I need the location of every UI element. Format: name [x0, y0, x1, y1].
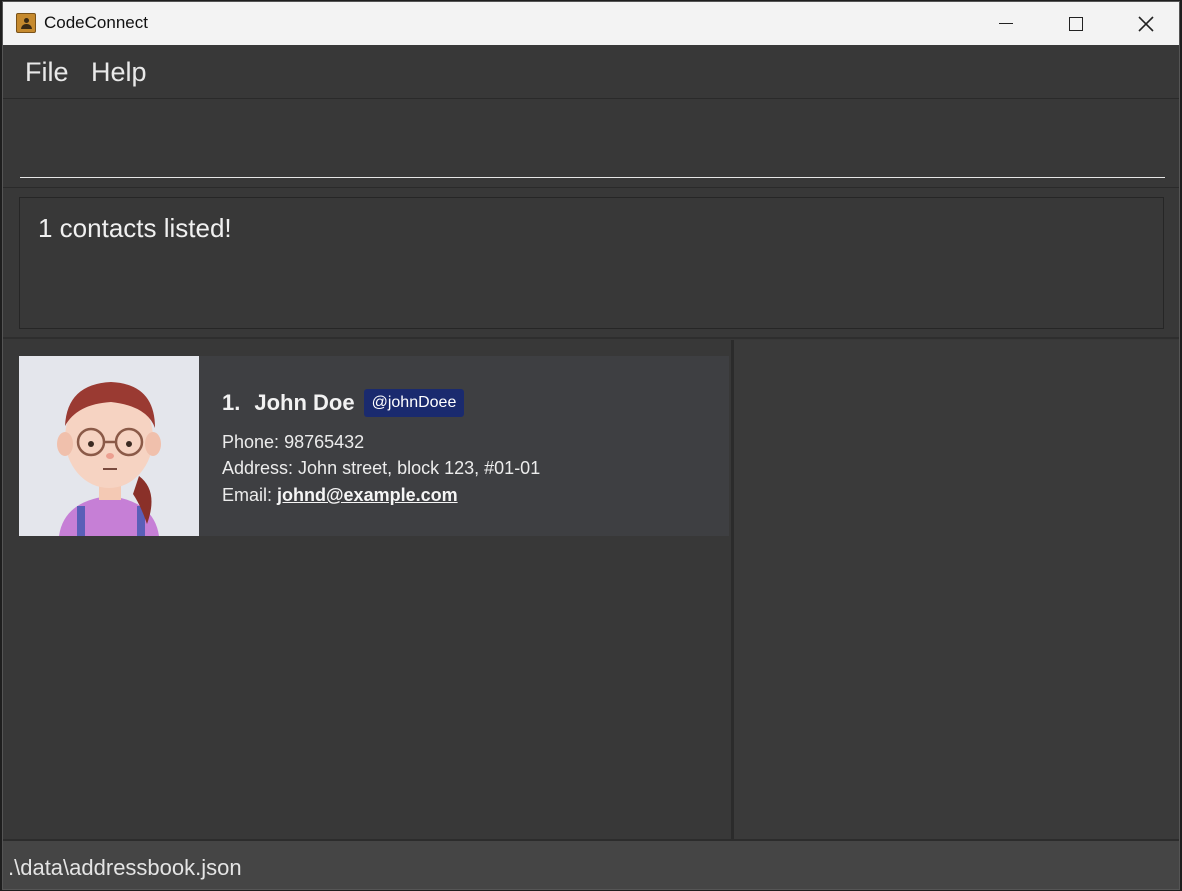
contact-list-panel[interactable]: 1. John Doe @johnDoee Phone: 98765432 Ad…	[3, 340, 731, 839]
menu-file[interactable]: File	[25, 57, 69, 88]
status-bar: .\data\addressbook.json	[3, 839, 1179, 889]
contact-name: John Doe	[254, 390, 355, 415]
command-box	[3, 100, 1179, 188]
contact-book-icon	[16, 13, 36, 33]
result-message: 1 contacts listed!	[38, 213, 232, 243]
github-handle-badge: @johnDoee	[363, 389, 465, 417]
window-title: CodeConnect	[44, 13, 148, 32]
detail-panel	[734, 340, 1179, 839]
address-value: John street, block 123, #01-01	[298, 458, 541, 478]
contact-address: Address: John street, block 123, #01-01	[222, 458, 540, 479]
menu-bar: File Help	[3, 45, 1179, 99]
close-button[interactable]	[1111, 2, 1179, 45]
contact-card[interactable]: 1. John Doe @johnDoee Phone: 98765432 Ad…	[19, 356, 729, 536]
phone-label: Phone:	[222, 432, 285, 452]
maximize-icon	[1069, 16, 1083, 31]
address-label: Address:	[222, 458, 299, 478]
command-input[interactable]	[20, 140, 1165, 178]
contact-name-row: 1. John Doe @johnDoee	[222, 389, 465, 417]
avatar	[19, 356, 199, 536]
result-display-area: 1 contacts listed!	[3, 189, 1179, 339]
contact-email: Email: johnd@example.com	[222, 485, 458, 506]
maximize-button[interactable]	[1041, 2, 1111, 45]
minimize-icon	[999, 22, 1013, 25]
result-display[interactable]: 1 contacts listed!	[19, 197, 1164, 329]
email-label: Email:	[222, 485, 278, 505]
phone-value: 98765432	[284, 432, 365, 452]
minimize-button[interactable]	[971, 2, 1041, 45]
contact-index: 1.	[222, 390, 241, 415]
save-file-path: .\data\addressbook.json	[8, 855, 242, 880]
app-window: CodeConnect File Help 1 contacts listed!	[2, 1, 1180, 890]
email-link[interactable]: johnd@example.com	[277, 485, 458, 505]
contact-phone: Phone: 98765432	[222, 432, 364, 453]
title-bar[interactable]: CodeConnect	[3, 2, 1179, 45]
close-icon	[1138, 15, 1154, 32]
menu-help[interactable]: Help	[91, 57, 147, 88]
